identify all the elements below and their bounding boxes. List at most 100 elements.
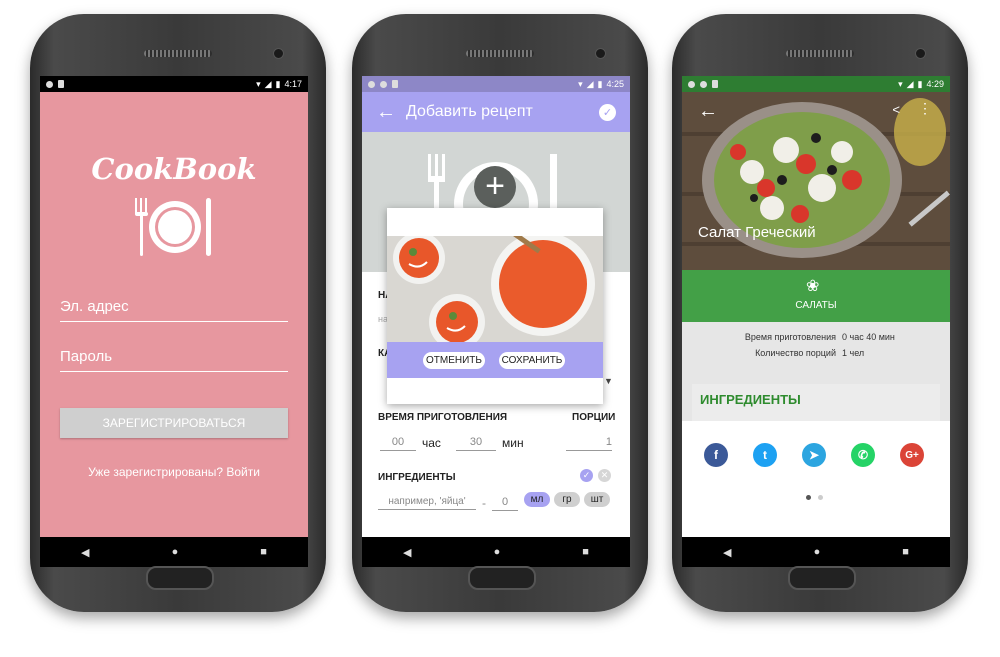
add-recipe-screen: ▾ ◢ ▮ 4:25 ← Добавить рецепт ✓ + НА на КА ▼… — [362, 76, 630, 567]
wifi-icon: ▾ — [578, 78, 583, 89]
notification-icon — [700, 80, 707, 88]
notification-icon — [380, 80, 387, 88]
dialog-actions: ОТМЕНИТЬ СОХРАНИТЬ — [387, 342, 603, 378]
page-title: Добавить рецепт — [406, 103, 533, 120]
portions-input[interactable]: 1 — [566, 436, 612, 451]
password-field[interactable]: Пароль — [60, 348, 288, 372]
greek-salad-image — [682, 92, 950, 270]
sim-icon — [712, 80, 718, 88]
unit-chip-ml[interactable]: мл — [524, 492, 550, 507]
signal-icon: ◢ — [264, 78, 272, 89]
soup-photo — [387, 236, 603, 342]
home-icon[interactable]: ● — [494, 546, 501, 558]
portions-value: 1 чел — [842, 348, 865, 358]
phone-login: ▾ ◢ ▮ 4:17 CookBook Эл. адрес Пароль ЗАРЕГИ… — [30, 14, 326, 612]
soup-image — [387, 236, 603, 342]
speaker-grille — [466, 50, 534, 57]
plate-cutlery-icon — [135, 198, 211, 256]
status-bar: ▾ ◢ ▮ 4:29 — [682, 76, 950, 92]
ingredients-label: ИНГРЕДИЕНТЫ — [378, 472, 456, 483]
nav-bar: ◀ ● ■ — [40, 537, 308, 567]
hardware-home-button — [788, 566, 856, 590]
page-indicator-active — [806, 495, 811, 500]
phone-add-recipe: ▾ ◢ ▮ 4:25 ← Добавить рецепт ✓ + НА на КА ▼… — [352, 14, 648, 612]
status-bar: ▾ ◢ ▮ 4:25 — [362, 76, 630, 92]
recipe-detail-screen: ▾ ◢ ▮ 4:29 ← < ⋮ Салат Греческий ❀ САЛАТЫ — [682, 76, 950, 567]
battery-icon: ▮ — [917, 78, 923, 89]
clock: 4:17 — [284, 79, 302, 89]
prep-time-label: Время приготовления — [744, 332, 836, 342]
share-icon[interactable]: < — [892, 102, 900, 117]
login-screen: ▾ ◢ ▮ 4:17 CookBook Эл. адрес Пароль ЗАРЕГИ… — [40, 76, 308, 567]
more-options-icon[interactable]: ⋮ — [918, 100, 932, 117]
clock: 4:25 — [606, 79, 624, 89]
hours-input[interactable]: 00 — [380, 436, 416, 451]
google-plus-icon[interactable]: G+ — [900, 443, 924, 467]
share-sheet: f t ➤ ✆ G+ — [682, 421, 950, 522]
hardware-home-button — [468, 566, 536, 590]
speaker-grille — [786, 50, 854, 57]
facebook-icon[interactable]: f — [704, 443, 728, 467]
recipe-info: Время приготовления 0 час 40 мин Количес… — [682, 322, 950, 372]
email-field[interactable]: Эл. адрес — [60, 298, 288, 322]
signal-icon: ◢ — [586, 78, 594, 89]
category-dropdown-arrow-icon[interactable]: ▼ — [604, 376, 613, 386]
clock: 4:29 — [926, 79, 944, 89]
front-camera — [915, 48, 926, 59]
recent-apps-icon[interactable]: ■ — [260, 546, 267, 558]
ingredient-input[interactable]: например, 'яйца' — [378, 496, 476, 510]
clear-ingredient-icon[interactable]: ✕ — [598, 469, 611, 482]
app-bar: ← Добавить рецепт ✓ — [362, 92, 630, 132]
minutes-input[interactable]: 30 — [456, 436, 496, 451]
ingredients-header: ИНГРЕДИЕНТЫ — [700, 392, 801, 407]
grapes-icon: ❀ — [806, 278, 820, 295]
hardware-home-button — [146, 566, 214, 590]
back-icon[interactable]: ◀ — [403, 546, 411, 559]
nav-bar: ◀ ● ■ — [682, 537, 950, 567]
save-button[interactable]: СОХРАНИТЬ — [499, 352, 565, 369]
amount-input[interactable]: 0 — [492, 496, 518, 511]
sim-icon — [392, 80, 398, 88]
back-arrow-icon[interactable]: ← — [698, 100, 718, 123]
settings-status-icon — [368, 80, 375, 88]
dish-photo: ← < ⋮ Салат Греческий — [682, 92, 950, 270]
portions-label: ПОРЦИИ — [572, 412, 616, 423]
confirm-ingredient-icon[interactable]: ✓ — [580, 469, 593, 482]
portions-label: Количество порций — [755, 348, 836, 358]
prep-time-value: 0 час 40 мин — [842, 332, 895, 342]
phone-recipe-detail: ▾ ◢ ▮ 4:29 ← < ⋮ Салат Греческий ❀ САЛАТЫ — [672, 14, 968, 612]
login-content: CookBook Эл. адрес Пароль ЗАРЕГИСТРИРОВА… — [40, 92, 308, 537]
recent-apps-icon[interactable]: ■ — [582, 546, 589, 558]
category-label: САЛАТЫ — [795, 300, 837, 311]
page-indicator — [818, 495, 823, 500]
unit-chip-sht[interactable]: шт — [584, 492, 610, 507]
category-banner: ❀ САЛАТЫ — [682, 270, 950, 322]
whatsapp-icon[interactable]: ✆ — [851, 443, 875, 467]
register-button[interactable]: ЗАРЕГИСТРИРОВАТЬСЯ — [60, 408, 288, 438]
front-camera — [273, 48, 284, 59]
login-link[interactable]: Уже зарегистрированы? Войти — [40, 465, 308, 479]
wifi-icon: ▾ — [898, 78, 903, 89]
battery-icon: ▮ — [597, 78, 603, 89]
telegram-icon[interactable]: ➤ — [802, 443, 826, 467]
back-icon[interactable]: ◀ — [723, 546, 731, 559]
back-arrow-icon[interactable]: ← — [376, 101, 396, 124]
crop-photo-dialog: ОТМЕНИТЬ СОХРАНИТЬ — [387, 208, 603, 404]
status-bar: ▾ ◢ ▮ 4:17 — [40, 76, 308, 92]
recent-apps-icon[interactable]: ■ — [902, 546, 909, 558]
settings-status-icon — [688, 80, 695, 88]
cancel-button[interactable]: ОТМЕНИТЬ — [423, 352, 485, 369]
confirm-check-icon[interactable]: ✓ — [599, 103, 616, 121]
add-photo-button[interactable]: + — [474, 166, 516, 208]
front-camera — [595, 48, 606, 59]
unit-chip-gr[interactable]: гр — [554, 492, 580, 507]
twitter-icon[interactable]: t — [753, 443, 777, 467]
sim-icon — [58, 80, 64, 88]
signal-icon: ◢ — [906, 78, 914, 89]
hours-unit: час — [422, 436, 441, 450]
back-icon[interactable]: ◀ — [81, 546, 89, 559]
home-icon[interactable]: ● — [814, 546, 821, 558]
home-icon[interactable]: ● — [172, 546, 179, 558]
dish-title: Салат Греческий — [698, 224, 816, 241]
app-logo: CookBook — [91, 152, 257, 186]
